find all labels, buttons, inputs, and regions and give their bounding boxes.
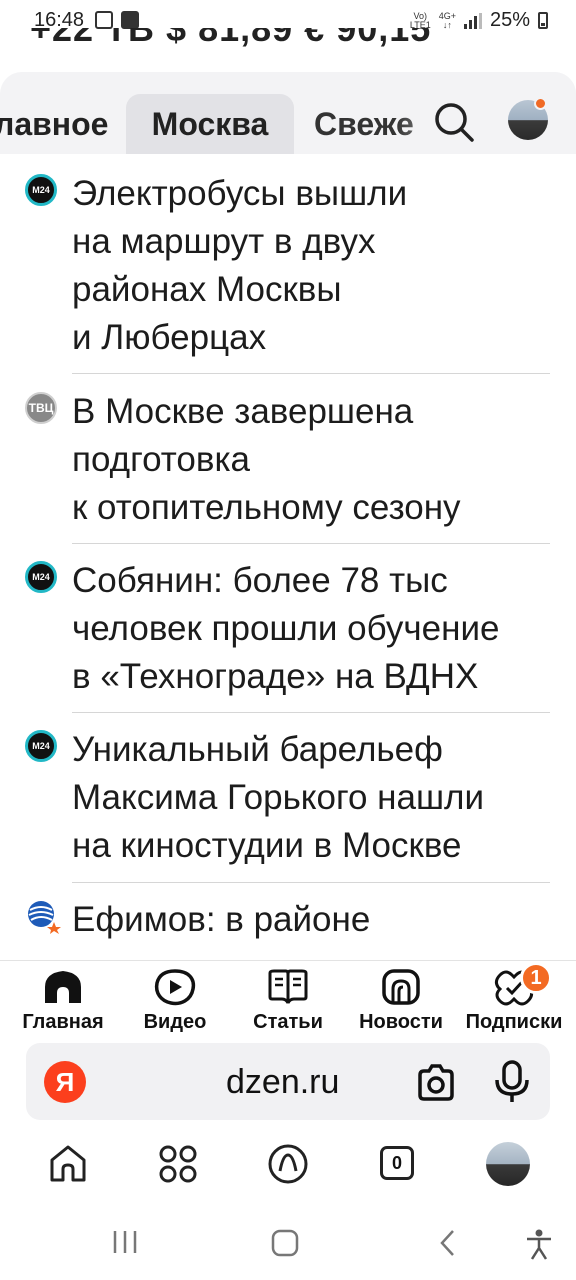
news-title[interactable]: Электробусы вышли на маршрут в двух райо…	[72, 170, 562, 362]
m24-logo-icon: M24	[25, 730, 57, 762]
nav-news[interactable]: Новости	[350, 967, 452, 1039]
tvc-logo-icon: ТВЦ	[25, 392, 57, 424]
battery-icon	[538, 12, 548, 29]
nav-home[interactable]: Главная	[16, 967, 110, 1039]
home-button-icon[interactable]	[270, 1228, 300, 1258]
nav-video[interactable]: Видео	[130, 967, 220, 1039]
recent-apps-icon[interactable]	[110, 1228, 140, 1256]
home-icon	[45, 971, 81, 1003]
news-title[interactable]: Ефимов: в районе	[72, 896, 562, 944]
notification-dot	[534, 97, 547, 110]
back-icon[interactable]	[436, 1228, 460, 1258]
m24-logo-icon: M24	[25, 174, 57, 206]
divider	[72, 882, 550, 883]
microphone-icon[interactable]	[490, 1059, 534, 1105]
signal-icon	[463, 12, 482, 29]
m24-logo-icon: M24	[25, 561, 57, 593]
news-title[interactable]: В Москве завершена подготовка к отопител…	[72, 388, 562, 532]
app-notification-icon	[121, 11, 139, 29]
browser-address-area: Я dzen.ru	[0, 1038, 576, 1126]
tabs-count-button[interactable]: 0	[380, 1146, 414, 1180]
subscriptions-badge: 1	[520, 962, 552, 994]
nav-articles[interactable]: Статьи	[244, 967, 332, 1039]
url-text[interactable]: dzen.ru	[226, 1063, 339, 1102]
tab-moscow[interactable]: Москва	[126, 94, 294, 154]
video-icon	[154, 969, 196, 1006]
search-icon[interactable]	[432, 100, 476, 144]
accessibility-icon[interactable]	[524, 1228, 554, 1260]
currency-ticker: +22 ТВ $ 81,89 € 90,15	[30, 28, 570, 50]
nav-label: Подписки	[465, 1011, 563, 1033]
nav-subscriptions[interactable]: Подписки	[458, 967, 570, 1039]
address-bar[interactable]: Я dzen.ru	[26, 1043, 550, 1120]
section-tabs: лавное Москва Свеже	[0, 72, 576, 154]
nav-label: Видео	[143, 1011, 207, 1033]
divider	[72, 373, 550, 374]
tab-main[interactable]: лавное	[0, 94, 108, 154]
articles-icon	[268, 969, 308, 1004]
browser-home-icon[interactable]	[46, 1142, 90, 1186]
system-navigation	[0, 1210, 576, 1280]
globe-logo-icon	[28, 901, 61, 934]
data-indicator-icon: 4G+ ↓↑	[438, 10, 456, 30]
nav-label: Главная	[22, 1011, 104, 1033]
camera-search-icon[interactable]	[414, 1061, 458, 1105]
services-grid-icon[interactable]	[156, 1142, 200, 1186]
news-list: M24 Электробусы вышли на маршрут в двух …	[0, 154, 576, 960]
news-icon	[382, 969, 420, 1005]
browser-toolbar: 0	[0, 1126, 576, 1210]
alice-assistant-icon[interactable]	[266, 1142, 310, 1186]
network-label: Vo) LTE1	[409, 10, 431, 30]
tabs-fade	[396, 72, 576, 154]
nav-label: Новости	[359, 1011, 443, 1033]
browser-profile-avatar[interactable]	[486, 1142, 530, 1186]
bottom-nav: Главная Видео Статьи Новости Подписки	[0, 960, 576, 1038]
nav-label: Статьи	[253, 1011, 323, 1033]
news-title[interactable]: Собянин: более 78 тыс человек прошли обу…	[72, 557, 562, 701]
gallery-notification-icon	[95, 11, 113, 29]
divider	[72, 712, 550, 713]
news-title[interactable]: Уникальный барельеф Максима Горького наш…	[72, 726, 562, 870]
yandex-logo-icon[interactable]: Я	[44, 1061, 86, 1103]
divider	[72, 543, 550, 544]
ticker-text: +22 ТВ $ 81,89 € 90,15	[30, 28, 432, 49]
